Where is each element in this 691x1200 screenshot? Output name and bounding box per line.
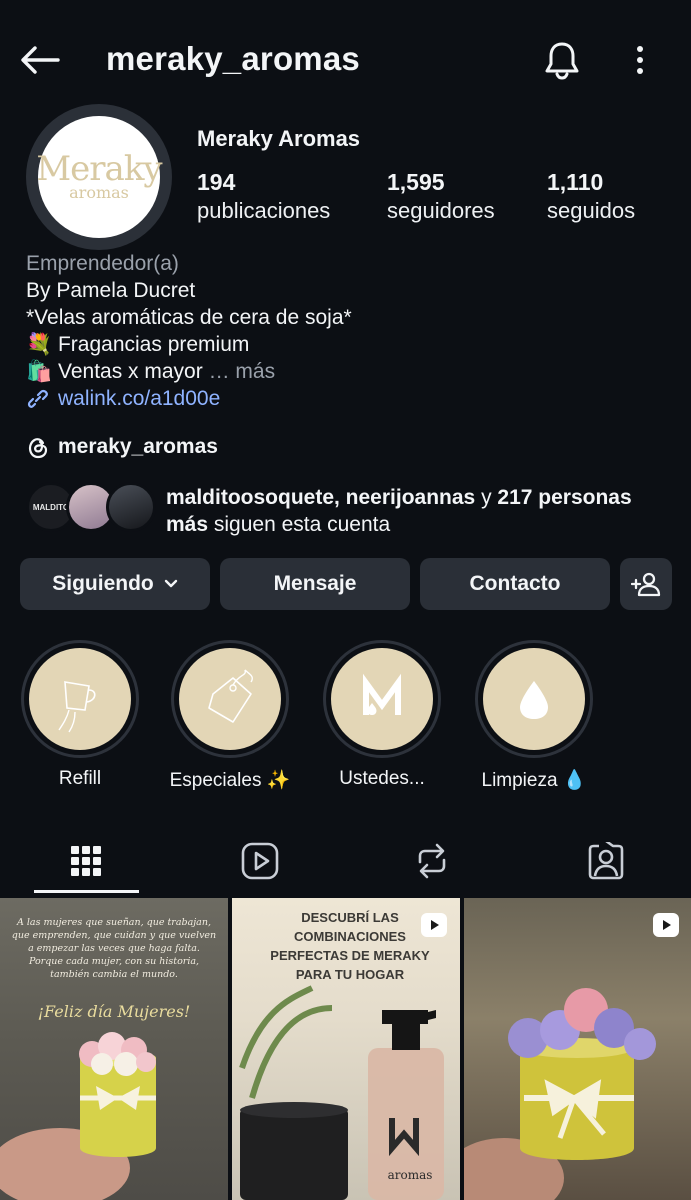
post-thumbnail-1[interactable]: A las mujeres que sueñan, que trabajan, … xyxy=(0,898,228,1200)
highlight-ring xyxy=(21,640,139,758)
highlight-label: Ustedes... xyxy=(339,768,425,789)
reels-icon xyxy=(241,842,279,880)
highlight-limpieza[interactable]: Limpieza 💧 xyxy=(472,640,596,792)
threads-icon xyxy=(28,438,48,459)
chevron-down-icon xyxy=(164,579,177,588)
floral-candle-illustration xyxy=(464,988,656,1200)
mutual-suffix: siguen esta cuenta xyxy=(208,513,391,536)
stat-posts[interactable]: 194 publicaciones xyxy=(197,168,330,226)
more-link[interactable]: … más xyxy=(209,360,276,383)
mutual-avatar-text: MALDITO xyxy=(32,502,70,512)
meraky-m-logo-icon xyxy=(363,673,401,715)
threads-badge[interactable]: meraky_aromas xyxy=(26,434,218,460)
category-label: Emprendedor(a) xyxy=(26,252,179,275)
tab-tagged[interactable] xyxy=(554,830,658,892)
bio: Emprendedor(a) By Pamela Ducret *Velas a… xyxy=(26,250,666,412)
tab-reposts[interactable] xyxy=(380,830,484,892)
suggest-people-button[interactable] xyxy=(620,558,672,610)
post-thumbnail-2[interactable]: DESCUBRÍ LAS COMBINACIONES PERFECTAS DE … xyxy=(232,898,460,1200)
bio-line: *Velas aromáticas de cera de soja* xyxy=(26,306,352,329)
highlight-label: Refill xyxy=(58,768,102,789)
logo-text-main: Meraky xyxy=(36,149,162,189)
stat-following[interactable]: 1,110 seguidos xyxy=(547,168,635,226)
highlight-cover xyxy=(483,648,585,750)
followers-count: 1,595 xyxy=(387,169,445,195)
bell-icon xyxy=(545,42,579,80)
grid-icon xyxy=(71,846,101,876)
highlight-label: Limpieza 💧 xyxy=(481,770,587,791)
link-icon xyxy=(27,389,48,408)
bio-line: 💐 Fragancias premium xyxy=(26,333,250,356)
mutual-followers-avatars[interactable]: MALDITO xyxy=(26,482,156,534)
pouring-jug-icon xyxy=(58,681,96,733)
profile-avatar[interactable]: Meraky aromas xyxy=(36,116,163,238)
highlight-cover xyxy=(331,648,433,750)
following-label: seguidos xyxy=(547,198,636,223)
following-count: 1,110 xyxy=(547,169,604,195)
tab-reels[interactable] xyxy=(208,830,312,892)
bio-line-last: 🛍️ Ventas x mayor … más xyxy=(26,358,666,385)
mutual-avatar xyxy=(106,482,156,532)
tab-grid[interactable] xyxy=(34,830,138,892)
notifications-button[interactable] xyxy=(538,36,586,84)
followers-label: seguidores xyxy=(387,198,495,223)
reel-badge-icon xyxy=(653,913,679,937)
mutual-followers-text[interactable]: malditoosoquete, neerijoannas y 217 pers… xyxy=(166,484,676,538)
bio-line: By Pamela Ducret xyxy=(26,279,196,302)
add-person-icon xyxy=(631,572,661,597)
reel-badge-icon xyxy=(421,913,447,937)
mutual-connector: y xyxy=(475,486,498,509)
back-arrow-icon xyxy=(21,46,60,74)
highlight-ring xyxy=(323,640,441,758)
profile-username-title: meraky_aromas xyxy=(106,40,360,77)
following-button[interactable]: Siguiendo xyxy=(20,558,210,610)
threads-handle: meraky_aromas xyxy=(58,435,218,458)
highlight-ustedes[interactable]: Ustedes... xyxy=(320,640,444,790)
posts-count: 194 xyxy=(197,169,236,195)
website-link-text: walink.co/a1d00e xyxy=(58,387,221,410)
highlight-ring xyxy=(475,640,593,758)
highlight-especiales[interactable]: Especiales ✨ xyxy=(168,640,292,792)
back-button[interactable] xyxy=(18,38,62,82)
diffuser-candle-illustration xyxy=(239,985,444,1200)
product-brand-label: aromas xyxy=(387,1168,433,1182)
stat-followers[interactable]: 1,595 seguidores xyxy=(387,168,495,226)
more-options-button[interactable] xyxy=(620,36,660,84)
candle-gift-illustration xyxy=(0,1032,156,1200)
more-vertical-icon xyxy=(637,46,643,74)
display-name: Meraky Aromas xyxy=(197,126,361,151)
bio-line: 🛍️ Ventas x mayor xyxy=(26,360,203,383)
repost-icon xyxy=(418,843,446,879)
contact-button[interactable]: Contacto xyxy=(420,558,610,610)
contact-button-label: Contacto xyxy=(469,572,561,595)
highlight-refill[interactable]: Refill xyxy=(18,640,142,790)
following-button-label: Siguiendo xyxy=(52,572,154,595)
message-button-label: Mensaje xyxy=(273,572,357,595)
highlight-cover xyxy=(179,648,281,750)
gift-tag-icon xyxy=(208,669,254,723)
message-button[interactable]: Mensaje xyxy=(220,558,410,610)
posts-label: publicaciones xyxy=(197,198,331,223)
logo-text-sub: aromas xyxy=(69,183,129,202)
tagged-person-icon xyxy=(588,842,624,880)
mutual-names: malditoosoquete, neerijoannas xyxy=(166,486,476,509)
highlight-ring xyxy=(171,640,289,758)
active-tab-indicator xyxy=(34,890,139,893)
post-thumbnail-3[interactable] xyxy=(464,898,691,1200)
highlight-cover xyxy=(29,648,131,750)
website-link[interactable]: walink.co/a1d00e xyxy=(26,385,666,412)
water-drop-icon xyxy=(520,681,548,719)
highlight-label: Especiales ✨ xyxy=(169,770,291,791)
